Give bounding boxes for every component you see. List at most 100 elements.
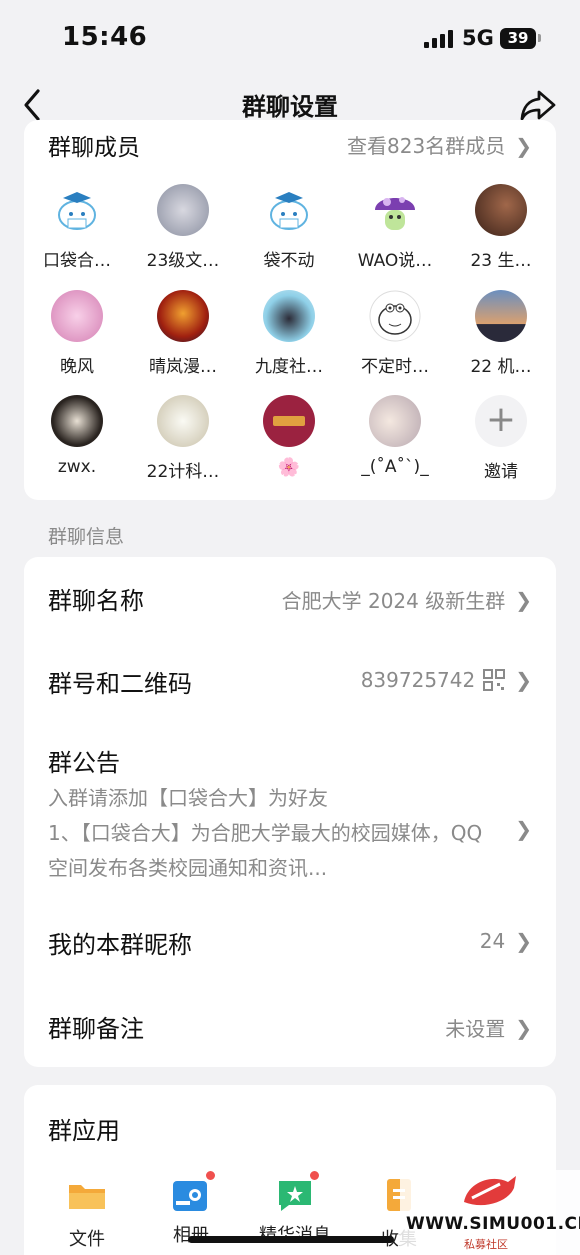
section-label-group-info: 群聊信息 bbox=[48, 526, 125, 548]
featured-message-icon bbox=[275, 1169, 321, 1215]
member-name: _(˚A˚`)_ bbox=[361, 457, 429, 477]
network-type: 5G bbox=[462, 26, 494, 50]
group-id-row[interactable]: 群号和二维码 839725742 ❯ bbox=[24, 652, 556, 712]
avatar bbox=[475, 184, 527, 236]
member-item[interactable]: 22 机… bbox=[448, 290, 554, 377]
member-item[interactable]: 晴岚漫… bbox=[130, 290, 236, 377]
group-id-label: 群号和二维码 bbox=[48, 670, 192, 698]
chevron-right-icon: ❯ bbox=[515, 134, 532, 158]
member-name: 23级文… bbox=[146, 251, 220, 271]
member-name: 不定时… bbox=[361, 357, 429, 377]
group-remark-value-wrap: 未设置 ❯ bbox=[445, 1013, 532, 1042]
home-indicator bbox=[188, 1236, 394, 1243]
member-name-emoji-icon: 🌸 bbox=[277, 457, 301, 478]
member-name: WAO说… bbox=[357, 251, 433, 271]
chevron-right-icon: ❯ bbox=[515, 587, 532, 612]
member-name: 袋不动 bbox=[263, 251, 315, 271]
avatar bbox=[157, 290, 209, 342]
chevron-right-icon: ❯ bbox=[515, 1015, 532, 1040]
avatar bbox=[157, 184, 209, 236]
member-item[interactable]: 不定时… bbox=[342, 290, 448, 377]
invite-member-button[interactable]: + 邀请 bbox=[448, 395, 554, 482]
group-id-value-wrap: 839725742 ❯ bbox=[361, 668, 532, 692]
group-remark-value: 未设置 bbox=[445, 1017, 506, 1041]
watermark-logo-icon bbox=[464, 1176, 516, 1206]
signal-icon bbox=[424, 30, 454, 48]
avatar bbox=[369, 290, 421, 342]
member-item[interactable]: 袋不动 bbox=[236, 184, 342, 271]
group-remark-row[interactable]: 群聊备注 未设置 ❯ bbox=[24, 997, 556, 1057]
chevron-right-icon: ❯ bbox=[515, 817, 532, 841]
members-title: 群聊成员 bbox=[48, 135, 140, 161]
group-info-card: 群聊名称 合肥大学 2024 级新生群 ❯ 群号和二维码 839725742 ❯… bbox=[24, 557, 556, 1067]
folder-icon bbox=[69, 1185, 105, 1209]
app-label: 相册 bbox=[136, 1221, 246, 1247]
my-nickname-value: 24 bbox=[479, 929, 506, 953]
my-nickname-row[interactable]: 我的本群昵称 24 ❯ bbox=[24, 913, 556, 973]
avatar bbox=[157, 395, 209, 447]
member-name: 22 机… bbox=[470, 357, 532, 377]
member-item[interactable]: zwx. bbox=[24, 395, 130, 477]
qr-code-icon bbox=[483, 669, 506, 691]
member-name: 23 生… bbox=[470, 251, 532, 271]
app-label: 精华消息 bbox=[240, 1221, 350, 1247]
member-name: 口袋合… bbox=[43, 251, 111, 271]
watermark-text: WWW.SIMU001.CN bbox=[406, 1214, 580, 1234]
my-nickname-label: 我的本群昵称 bbox=[48, 931, 192, 959]
member-name: 晴岚漫… bbox=[149, 357, 217, 377]
group-name-row[interactable]: 群聊名称 合肥大学 2024 级新生群 ❯ bbox=[24, 569, 556, 629]
battery-icon: 39 bbox=[500, 28, 536, 49]
share-icon[interactable] bbox=[518, 85, 558, 125]
app-label: 文件 bbox=[69, 1229, 105, 1250]
album-icon bbox=[171, 1169, 217, 1215]
watermark: WWW.SIMU001.CN 私募社区 bbox=[400, 1170, 580, 1255]
avatar bbox=[263, 184, 315, 236]
avatar bbox=[369, 395, 421, 447]
member-name: 22计科… bbox=[146, 462, 220, 482]
battery-tip bbox=[538, 34, 541, 42]
my-nickname-value-wrap: 24 ❯ bbox=[480, 929, 532, 953]
avatar bbox=[263, 290, 315, 342]
avatar bbox=[475, 290, 527, 342]
notification-dot bbox=[308, 1169, 321, 1182]
members-card: 群聊成员 查看823名群成员 ❯ 口袋合… 23级文… 袋不动 WAO说… 23 … bbox=[24, 120, 556, 500]
invite-label: 邀请 bbox=[484, 462, 518, 482]
group-id-value: 839725742 bbox=[360, 668, 476, 692]
member-item[interactable]: _(˚A˚`)_ bbox=[342, 395, 448, 477]
avatar bbox=[263, 395, 315, 447]
member-item[interactable]: 23 生… bbox=[448, 184, 554, 271]
member-item[interactable]: 23级文… bbox=[130, 184, 236, 271]
avatar bbox=[51, 395, 103, 447]
member-item[interactable]: 22计科… bbox=[130, 395, 236, 482]
member-item[interactable]: 口袋合… bbox=[24, 184, 130, 271]
group-name-value-wrap: 合肥大学 2024 级新生群 ❯ bbox=[282, 585, 532, 614]
status-time: 15:46 bbox=[62, 22, 148, 52]
chevron-right-icon: ❯ bbox=[515, 668, 532, 692]
member-item[interactable]: WAO说… bbox=[342, 184, 448, 271]
plus-icon: + bbox=[475, 395, 527, 447]
status-bar: 15:46 5G 39 bbox=[0, 0, 580, 75]
member-item[interactable]: 九度社… bbox=[236, 290, 342, 377]
view-all-members-label: 查看823名群成员 bbox=[347, 134, 506, 158]
member-item[interactable]: 晚风 bbox=[24, 290, 130, 377]
group-notice-text: 入群请添加【口袋合大】为好友 1、【口袋合大】为合肥大学最大的校园媒体，QQ空间… bbox=[48, 781, 488, 886]
member-name: 晚风 bbox=[60, 357, 94, 377]
member-name: zwx. bbox=[57, 457, 97, 477]
notification-dot bbox=[204, 1169, 217, 1182]
group-notice-line2: 1、【口袋合大】为合肥大学最大的校园媒体，QQ空间发布各类校园通知和资讯... bbox=[48, 821, 483, 880]
group-notice-label: 群公告 bbox=[48, 749, 120, 777]
group-notice-line1: 入群请添加【口袋合大】为好友 bbox=[48, 786, 328, 810]
view-all-members-link[interactable]: 查看823名群成员 ❯ bbox=[347, 130, 532, 159]
group-remark-label: 群聊备注 bbox=[48, 1015, 144, 1043]
chevron-right-icon: ❯ bbox=[515, 929, 532, 953]
app-file[interactable]: 文件 bbox=[32, 1175, 142, 1251]
group-name-label: 群聊名称 bbox=[48, 587, 144, 615]
avatar bbox=[369, 184, 421, 236]
group-apps-title: 群应用 bbox=[48, 1117, 120, 1145]
watermark-subtext: 私募社区 bbox=[464, 1238, 508, 1251]
avatar bbox=[51, 184, 103, 236]
member-item[interactable]: 🌸 bbox=[236, 395, 342, 478]
avatar bbox=[51, 290, 103, 342]
group-name-value: 合肥大学 2024 级新生群 bbox=[281, 589, 506, 613]
page-title: 群聊设置 bbox=[242, 93, 338, 121]
